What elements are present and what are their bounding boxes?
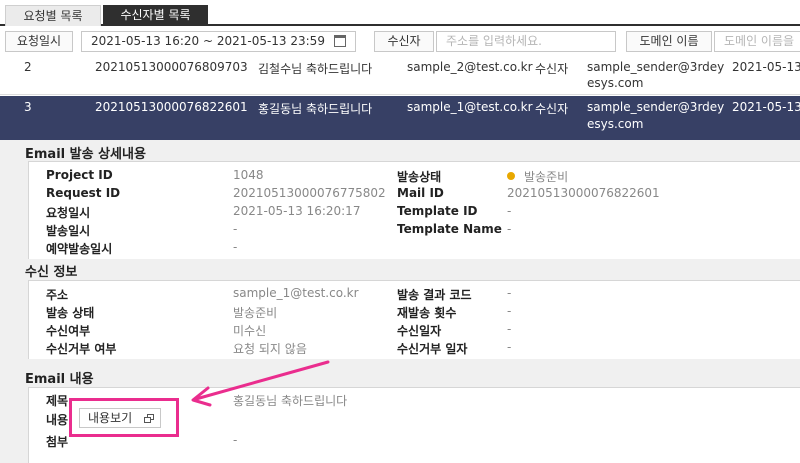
annotation-arrow-icon [191, 360, 330, 407]
